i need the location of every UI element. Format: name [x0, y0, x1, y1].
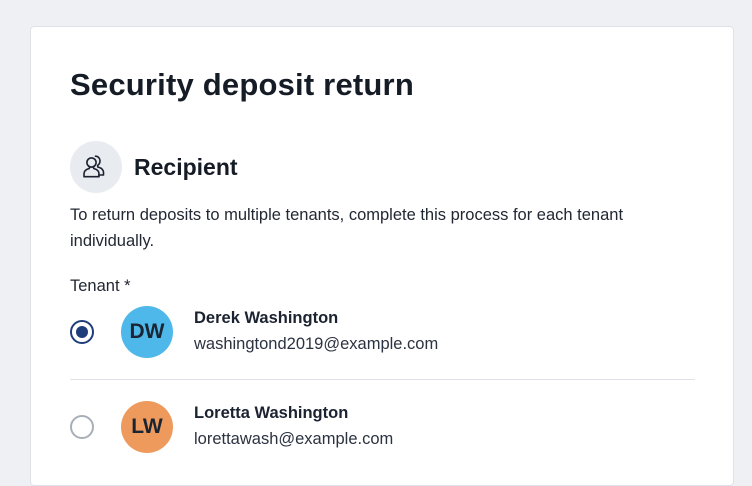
users-icon: [70, 141, 122, 193]
tenant-option-loretta[interactable]: LW Loretta Washington lorettawash@exampl…: [70, 397, 695, 457]
tenant-email: lorettawash@example.com: [194, 430, 394, 448]
recipient-section-header: Recipient: [70, 141, 238, 193]
tenant-radio-derek[interactable]: [70, 320, 94, 344]
tenant-field-label: Tenant *: [70, 277, 131, 295]
tenant-name: Loretta Washington: [194, 404, 349, 422]
option-divider: [70, 379, 695, 380]
avatar: LW: [121, 401, 173, 453]
tenant-details: Derek Washington washingtond2019@example…: [194, 306, 438, 358]
page-title: Security deposit return: [70, 67, 414, 102]
section-description: To return deposits to multiple tenants, …: [70, 206, 624, 250]
tenant-option-derek[interactable]: DW Derek Washington washingtond2019@exam…: [70, 302, 695, 362]
section-title: Recipient: [134, 153, 238, 180]
tenant-name: Derek Washington: [194, 309, 339, 327]
tenant-email: washingtond2019@example.com: [194, 335, 439, 353]
tenant-radio-loretta[interactable]: [70, 415, 94, 439]
tenant-details: Loretta Washington lorettawash@example.c…: [194, 401, 393, 453]
avatar: DW: [121, 306, 173, 358]
security-deposit-card: Security deposit return Recipient To ret…: [30, 26, 734, 486]
